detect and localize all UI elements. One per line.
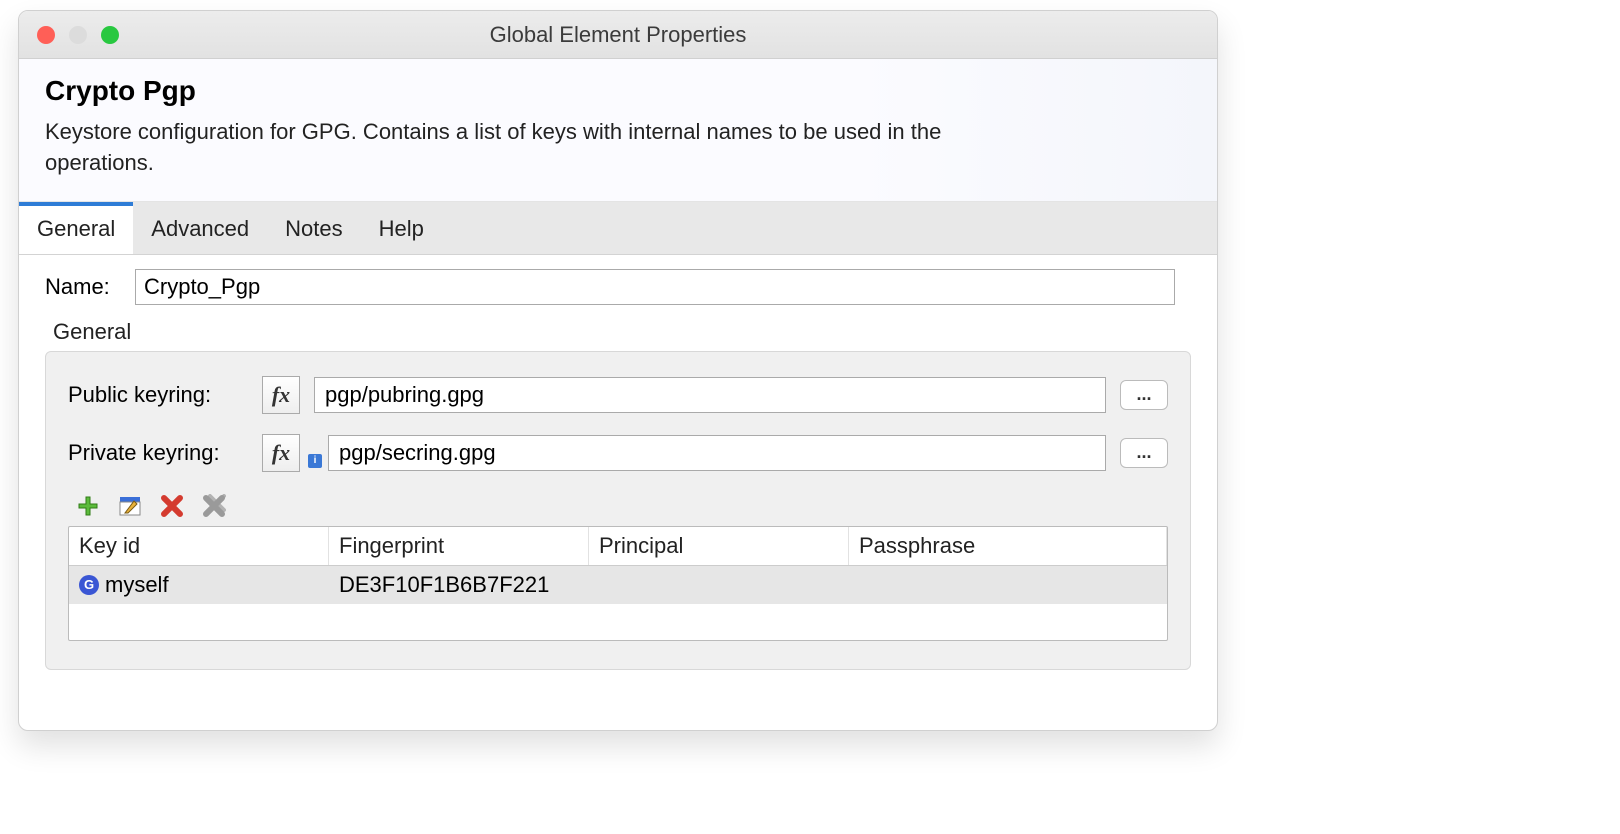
delete-key-button[interactable]: [158, 492, 186, 520]
public-keyring-label: Public keyring:: [68, 382, 248, 408]
delete-all-keys-button[interactable]: [200, 492, 228, 520]
cell-principal: [589, 566, 849, 604]
private-keyring-input[interactable]: [328, 435, 1106, 471]
keys-toolbar: [74, 492, 1168, 520]
titlebar: Global Element Properties: [19, 11, 1217, 59]
cell-passphrase: [849, 566, 1167, 604]
add-key-button[interactable]: [74, 492, 102, 520]
close-window-button[interactable]: [37, 26, 55, 44]
fx-button-private-keyring[interactable]: fx: [262, 434, 300, 472]
browse-private-keyring-button[interactable]: ...: [1120, 438, 1168, 468]
cell-key-id: G myself: [69, 566, 329, 604]
column-fingerprint[interactable]: Fingerprint: [329, 527, 589, 565]
cell-fingerprint: DE3F10F1B6B7F221: [329, 566, 589, 604]
browse-public-keyring-button[interactable]: ...: [1120, 380, 1168, 410]
info-icon: i: [308, 454, 322, 468]
column-passphrase[interactable]: Passphrase: [849, 527, 1167, 565]
cell-key-id-text: myself: [105, 572, 169, 598]
content-area: Name: General Public keyring: fx ... Pri…: [19, 255, 1217, 730]
page-description: Keystore configuration for GPG. Contains…: [45, 117, 985, 179]
minimize-window-button[interactable]: [69, 26, 87, 44]
table-header: Key id Fingerprint Principal Passphrase: [69, 527, 1167, 566]
column-principal[interactable]: Principal: [589, 527, 849, 565]
column-key-id[interactable]: Key id: [69, 527, 329, 565]
name-row: Name:: [45, 269, 1191, 305]
window-title: Global Element Properties: [19, 22, 1217, 48]
dialog-window: Global Element Properties Crypto Pgp Key…: [18, 10, 1218, 731]
private-keyring-label: Private keyring:: [68, 440, 248, 466]
tab-notes[interactable]: Notes: [267, 202, 360, 254]
tab-general[interactable]: General: [19, 202, 133, 254]
tab-advanced[interactable]: Advanced: [133, 202, 267, 254]
edit-key-button[interactable]: [116, 492, 144, 520]
dialog-header: Crypto Pgp Keystore configuration for GP…: [19, 59, 1217, 202]
general-section-label: General: [53, 319, 1191, 345]
page-title: Crypto Pgp: [45, 75, 1191, 107]
public-keyring-input[interactable]: [314, 377, 1106, 413]
name-input[interactable]: [135, 269, 1175, 305]
keys-table: Key id Fingerprint Principal Passphrase …: [68, 526, 1168, 641]
general-section: Public keyring: fx ... Private keyring: …: [45, 351, 1191, 670]
table-empty-space: [69, 604, 1167, 640]
tab-bar: General Advanced Notes Help: [19, 202, 1217, 255]
private-keyring-row: Private keyring: fx i ...: [68, 434, 1168, 472]
name-label: Name:: [45, 274, 135, 300]
public-keyring-row: Public keyring: fx ...: [68, 376, 1168, 414]
tab-help[interactable]: Help: [361, 202, 442, 254]
table-row[interactable]: G myself DE3F10F1B6B7F221: [69, 566, 1167, 604]
fx-button-public-keyring[interactable]: fx: [262, 376, 300, 414]
maximize-window-button[interactable]: [101, 26, 119, 44]
key-row-icon: G: [79, 575, 99, 595]
window-controls: [37, 26, 119, 44]
